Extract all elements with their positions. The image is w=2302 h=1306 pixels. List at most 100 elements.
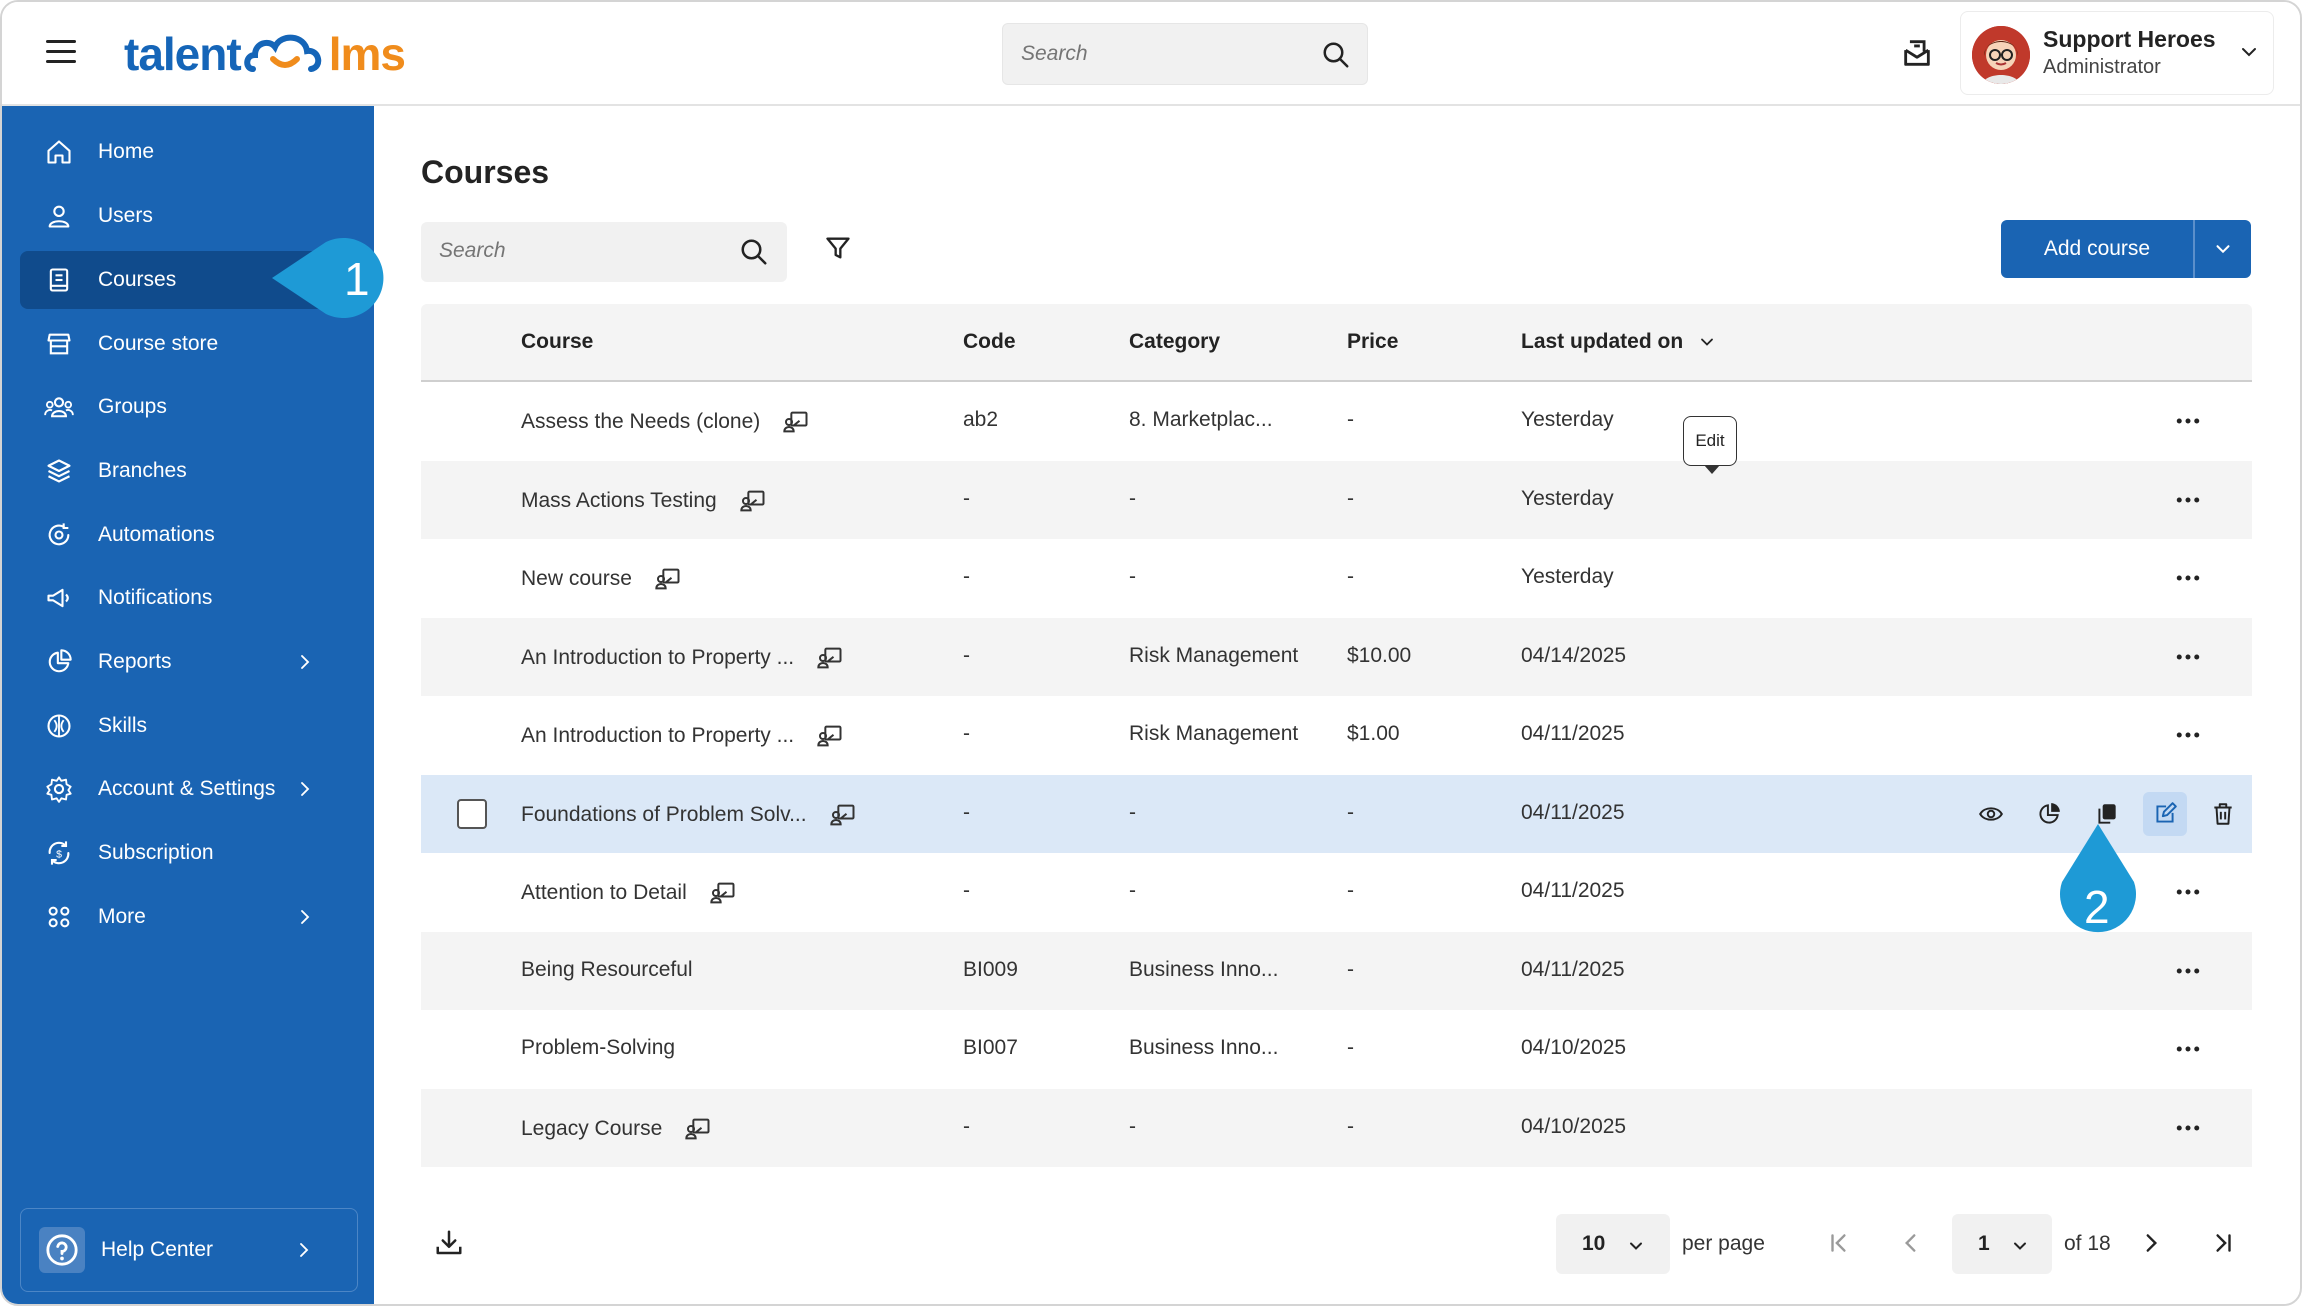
sidebar-item-account-settings[interactable]: Account & Settings [20,760,358,818]
row-checkbox[interactable] [457,798,487,829]
sidebar-item-subscription[interactable]: $ Subscription [20,824,358,882]
megaphone-icon [44,583,74,613]
row-actions-button[interactable] [2173,720,2203,755]
course-name: Foundations of Problem Solv... [521,802,807,826]
page-title: Courses [421,154,550,190]
sidebar-item-label: Automations [98,523,215,546]
sidebar-item-more[interactable]: More [20,888,358,946]
download-icon[interactable] [434,1228,464,1258]
category-cell: - [1129,565,1136,588]
table-row[interactable]: Legacy Course - - - 04/10/2025 [421,1088,2252,1167]
help-center-button[interactable]: Help Center [20,1208,358,1292]
sidebar-item-label: Skills [98,714,148,737]
row-actions-button[interactable] [2173,642,2203,677]
column-header-code[interactable]: Code [963,330,1016,354]
search-icon[interactable] [739,237,769,267]
table-row[interactable]: An Introduction to Property ... - Risk Man… [421,696,2252,775]
course-name-cell[interactable]: An Introduction to Property ... [521,644,844,672]
column-header-category[interactable]: Category [1129,330,1220,354]
sidebar-item-users[interactable]: Users [20,187,358,245]
instructor-led-icon [817,647,842,668]
table-row[interactable]: Being Resourceful BI009 Business Inno... - 0… [421,931,2252,1010]
per-page-select[interactable]: 10 [1556,1214,1670,1274]
page-select[interactable]: 1 [1952,1214,2052,1274]
sort-desc-icon [1701,338,1714,346]
row-actions-button[interactable] [2173,956,2203,991]
price-cell: - [1347,800,1354,824]
row-actions-button[interactable] [2173,563,2203,598]
column-header-price[interactable]: Price [1347,330,1398,354]
course-name-cell[interactable]: Foundations of Problem Solv... [521,801,857,829]
trash-button[interactable] [2201,792,2245,836]
logo-text-lms: lms [328,28,406,80]
add-course-button[interactable]: Add course [2001,220,2251,278]
hamburger-menu-icon[interactable] [46,40,76,66]
sidebar-item-label: Notifications [98,586,213,609]
previous-page-icon[interactable] [1898,1230,1924,1256]
course-search [421,222,787,282]
price-cell: - [1347,408,1354,431]
eye-button[interactable] [1969,792,2013,836]
course-name-cell[interactable]: New course [521,565,682,593]
row-actions-button[interactable] [2173,485,2203,520]
filter-icon[interactable] [824,234,852,262]
next-page-icon[interactable] [2138,1230,2164,1256]
last-page-icon[interactable] [2210,1230,2236,1256]
code-cell: - [963,722,970,745]
sidebar-item-reports[interactable]: Reports [20,633,358,691]
course-name-cell[interactable]: Assess the Needs (clone) [521,408,810,436]
course-name-cell[interactable]: Attention to Detail [521,879,737,907]
first-page-icon[interactable] [1826,1230,1852,1256]
price-cell: - [1347,1036,1354,1059]
row-actions-button[interactable] [2173,1113,2203,1148]
updated-cell: Yesterday [1521,408,1614,431]
add-course-dropdown[interactable] [2195,220,2251,278]
column-header-last-updated[interactable]: Last updated on [1521,330,1717,354]
trash-icon [2214,802,2232,825]
global-search-input[interactable] [1003,24,1293,84]
sidebar-item-home[interactable]: Home [20,123,358,181]
updated-cell: 04/11/2025 [1521,722,1625,745]
user-icon [44,201,74,231]
column-header-course[interactable]: Course [521,330,593,354]
edit-button[interactable] [2143,791,2187,836]
user-menu[interactable]: Support Heroes Administrator [1960,11,2274,95]
row-actions-button[interactable] [2173,877,2203,912]
course-search-input[interactable] [421,222,711,280]
sidebar-item-branches[interactable]: Branches [20,442,358,500]
courses-table: Course Code Category Price Last updated … [421,304,2252,1167]
callout-marker-1 [272,238,384,318]
price-cell: $1.00 [1347,722,1400,745]
table-row[interactable]: Problem-Solving BI007 Business Inno... - 04/… [421,1010,2252,1089]
sidebar-item-notifications[interactable]: Notifications [20,569,358,627]
sidebar-item-automations[interactable]: Automations [20,506,358,564]
course-name-cell[interactable]: Legacy Course [521,1115,712,1143]
course-name-cell[interactable]: Being Resourceful [521,958,715,982]
sidebar-item-course-store[interactable]: Course store [20,315,358,373]
table-row[interactable]: Foundations of Problem Solv... - - - 04/11/2… [421,774,2252,853]
table-row[interactable]: An Introduction to Property ... - Risk Man… [421,617,2252,696]
course-name-cell[interactable]: Problem-Solving [521,1036,697,1060]
category-cell: - [1129,1114,1136,1138]
price-cell: - [1347,565,1354,588]
row-actions-button[interactable] [2173,406,2203,441]
book-icon [44,265,74,295]
course-name-cell[interactable]: An Introduction to Property ... [521,722,844,750]
table-row[interactable]: Mass Actions Testing - - - Yesterday [421,460,2252,539]
talentlms-logo[interactable]: talent lms [124,26,406,82]
sidebar-item-label: Subscription [98,841,214,864]
table-row[interactable]: New course - - - Yesterday [421,539,2252,618]
messages-icon[interactable] [1900,36,1934,70]
row-actions-button[interactable] [2173,1034,2203,1069]
sidebar-item-skills[interactable]: Skills [20,697,358,755]
table-row[interactable]: Attention to Detail - - - 04/11/2025 [421,853,2252,932]
sidebar-item-label: Account & Settings [98,777,276,800]
price-cell: - [1347,879,1354,902]
table-row[interactable]: Assess the Needs (clone) ab2 8. Marketplac… [421,382,2252,461]
svg-text:$: $ [56,849,62,861]
sidebar-item-groups[interactable]: Groups [20,378,358,436]
more-horizontal-icon [2176,889,2200,895]
course-name-cell[interactable]: Mass Actions Testing [521,487,767,515]
search-icon[interactable] [1321,40,1351,70]
sidebar-item-label: Home [98,140,155,163]
